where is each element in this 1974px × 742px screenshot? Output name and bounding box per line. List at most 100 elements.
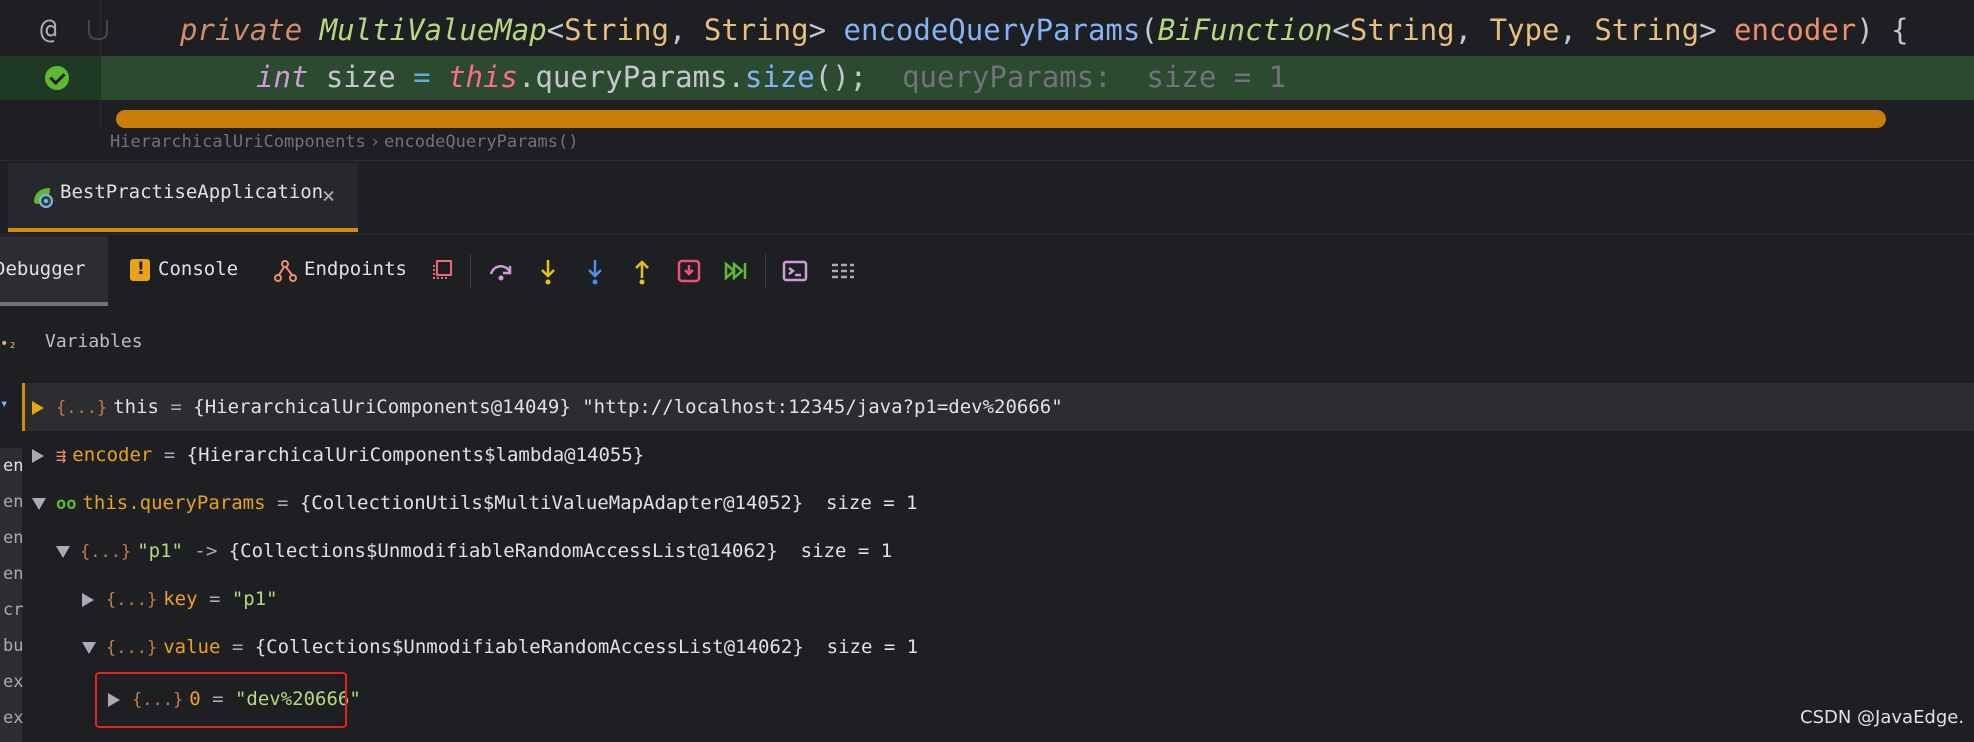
watch-glasses-icon: oo: [56, 494, 77, 514]
variable-name: this: [113, 396, 159, 418]
object-icon: {...}: [106, 638, 158, 658]
variable-eq: ->: [182, 540, 229, 562]
run-tab-label: BestPractiseApplication: [60, 181, 324, 203]
code-line-size[interactable]: int size = this.queryParams.size(); quer…: [256, 54, 1286, 100]
variable-string: "p1": [231, 588, 278, 610]
settings-icon[interactable]: [828, 256, 858, 286]
object-icon: {...}: [106, 590, 158, 610]
code-token: <: [1332, 13, 1350, 47]
variables-header: [0, 306, 1974, 370]
step-into-icon[interactable]: [533, 256, 563, 286]
annotation-at-icon: @: [40, 12, 57, 45]
console-warning-icon: [130, 259, 150, 281]
frame-item[interactable]: ex: [3, 672, 23, 692]
code-token: (: [1140, 13, 1158, 47]
frame-item[interactable]: ex: [3, 708, 23, 728]
lambda-icon: ⇶: [56, 446, 67, 466]
tab-debugger-label: Debugger: [0, 258, 86, 280]
variable-eq: =: [197, 588, 232, 610]
variable-eq: =: [158, 396, 194, 418]
frames-indicator: •₂: [0, 336, 17, 352]
frame-item[interactable]: en: [3, 528, 23, 548]
variable-name: encoder: [72, 444, 153, 466]
evaluate-expression-icon[interactable]: [780, 256, 810, 286]
variable-name: value: [163, 636, 221, 658]
variable-row-value[interactable]: {...} value = {Collections$UnmodifiableRa…: [82, 623, 918, 671]
close-icon[interactable]: ×: [322, 184, 335, 209]
endpoints-icon: [274, 260, 297, 282]
step-over-icon[interactable]: [486, 256, 516, 286]
frame-item[interactable]: en: [3, 456, 23, 476]
code-token: =: [413, 60, 431, 94]
variable-row-key[interactable]: {...} key = "p1": [82, 575, 278, 623]
expand-arrow-icon[interactable]: [32, 400, 44, 415]
variable-row-queryparams[interactable]: oo this.queryParams = {CollectionUtils$Mu…: [32, 479, 918, 527]
code-token: this: [448, 60, 518, 94]
variable-eq: =: [152, 444, 187, 466]
variables-title: Variables: [45, 331, 143, 352]
variable-name: key: [163, 588, 198, 610]
code-token: String: [1594, 13, 1700, 47]
breadcrumb-class[interactable]: HierarchicalUriComponents: [110, 132, 366, 152]
code-token: >: [1699, 13, 1735, 47]
variable-eq: =: [220, 636, 255, 658]
code-token: .queryParams.: [517, 60, 745, 94]
step-out-icon[interactable]: [627, 256, 657, 286]
code-token: <: [546, 13, 565, 47]
variable-string: "http://localhost:12345/java?p1=dev%2066…: [582, 396, 1063, 418]
code-token: ();: [814, 60, 868, 94]
toolbar-separator: [765, 254, 766, 288]
frame-item[interactable]: en: [3, 492, 23, 512]
variable-name: this.queryParams: [82, 492, 266, 514]
variable-row-this[interactable]: {...} this = {HierarchicalUriComponents@1…: [32, 383, 1063, 431]
code-token: String: [564, 13, 669, 47]
variable-value: {CollectionUtils$MultiValueMapAdapter@14…: [299, 492, 804, 514]
expand-arrow-icon[interactable]: [82, 592, 94, 607]
frame-item[interactable]: cr: [3, 600, 23, 620]
code-token: size: [744, 60, 815, 94]
variable-value: {Collections$UnmodifiableRandomAccessLis…: [228, 540, 778, 562]
variable-eq: =: [265, 492, 300, 514]
collapse-arrow-icon[interactable]: [56, 545, 70, 558]
code-token: ,: [1454, 13, 1490, 47]
expand-arrow-icon[interactable]: [32, 448, 44, 463]
frame-item[interactable]: en: [3, 564, 23, 584]
code-token: >: [808, 13, 844, 47]
variable-value: {HierarchicalUriComponents$lambda@14055}: [186, 444, 645, 466]
fold-icon[interactable]: [88, 20, 108, 40]
frames-panel-strip: en en en en cr bu ex ex: [0, 448, 23, 742]
collapse-arrow-icon[interactable]: [82, 641, 96, 654]
breakpoint-check-icon[interactable]: [45, 66, 69, 90]
variable-size: size = 1: [803, 492, 918, 514]
resume-program-icon[interactable]: [721, 256, 751, 286]
variable-value: {Collections$UnmodifiableRandomAccessLis…: [254, 636, 804, 658]
code-line-method-signature[interactable]: private MultiValueMap<String, String> en…: [180, 7, 1909, 53]
code-token: String: [703, 13, 809, 47]
map-entry-row[interactable]: {...} "p1" -> {Collections$UnmodifiableRa…: [56, 527, 892, 575]
variable-row-encoder[interactable]: ⇶ encoder = {HierarchicalUriComponents$la…: [32, 431, 644, 479]
inline-value-hint: queryParams: size = 1: [867, 60, 1287, 94]
force-step-into-icon[interactable]: [580, 256, 610, 286]
breadcrumb: HierarchicalUriComponents › encodeQueryP…: [0, 130, 1974, 156]
variable-size: size = 1: [777, 540, 893, 562]
restore-layout-icon[interactable]: [428, 256, 458, 286]
variable-name: "p1": [137, 540, 183, 562]
code-token: String: [1349, 13, 1455, 47]
run-tab-active-indicator: [8, 228, 358, 232]
frame-item[interactable]: bu: [3, 636, 23, 656]
selected-row-marker: [22, 383, 25, 431]
object-icon: {...}: [80, 542, 132, 562]
code-token: private: [180, 13, 320, 47]
horizontal-scrollbar[interactable]: [116, 110, 1886, 128]
tab-endpoints[interactable]: Endpoints: [304, 258, 407, 280]
annotation-highlight-box: [95, 672, 347, 728]
collapse-arrow-icon[interactable]: [32, 497, 46, 510]
code-token: encoder: [1734, 13, 1857, 47]
watermark: CSDN @JavaEdge.: [1800, 707, 1965, 728]
breadcrumb-method[interactable]: encodeQueryParams(): [384, 132, 578, 152]
expand-frames-icon[interactable]: ▾: [0, 396, 8, 412]
run-to-cursor-icon[interactable]: [674, 256, 704, 286]
tab-console[interactable]: Console: [158, 258, 238, 280]
code-token: ,: [668, 13, 704, 47]
